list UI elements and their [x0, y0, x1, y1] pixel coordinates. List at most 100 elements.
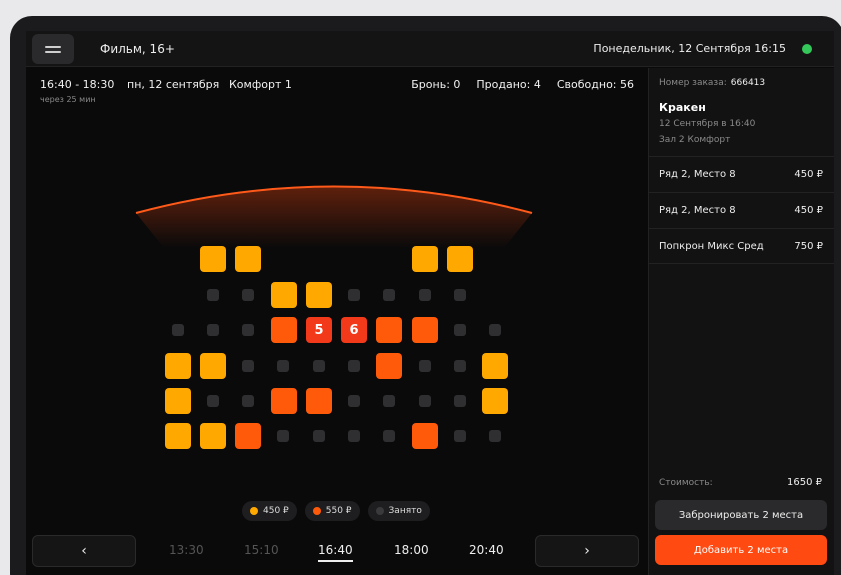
legend-occupied-label: Занято [388, 506, 422, 516]
order-number-value: 666413 [730, 78, 766, 88]
seat-occupied [348, 430, 360, 442]
line-item-price: 450 ₽ [794, 205, 823, 216]
seat-occupied [348, 360, 360, 372]
line-item-name: Ряд 2, Место 8 [659, 169, 736, 180]
seat-occupied [419, 360, 431, 372]
seat-550[interactable] [376, 353, 402, 379]
seat-450[interactable] [165, 423, 191, 449]
total-cost-value: 1650 ₽ [787, 477, 822, 488]
seat-occupied [489, 430, 501, 442]
order-film-hall: Зал 2 Комфорт [659, 135, 731, 145]
total-cost-label: Стоимость: [659, 478, 713, 488]
hamburger-icon-line [45, 46, 61, 48]
order-panel: Номер заказа: 666413 Кракен 12 Сентября в… [648, 68, 834, 575]
hall-panel: 16:40 - 18:30 через 25 мин пн, 12 сентяб… [26, 68, 648, 575]
seat-450[interactable] [200, 246, 226, 272]
seat-450[interactable] [412, 246, 438, 272]
price-450-dot-icon [250, 507, 258, 515]
order-number: Номер заказа: 666413 [659, 78, 765, 88]
seat-450[interactable] [482, 353, 508, 379]
seat-occupied [348, 289, 360, 301]
seat-550[interactable] [235, 423, 261, 449]
seat-450[interactable] [482, 388, 508, 414]
seat-occupied [383, 289, 395, 301]
seat-450[interactable] [306, 282, 332, 308]
online-status-icon [802, 44, 812, 54]
seat-occupied [207, 324, 219, 336]
seat-550[interactable] [376, 317, 402, 343]
order-line-item[interactable]: Попкрон Микс Сред 750 ₽ [649, 228, 834, 264]
seat-450[interactable] [235, 246, 261, 272]
seat-550[interactable] [306, 388, 332, 414]
seat-occupied [242, 360, 254, 372]
legend-occupied: Занято [367, 501, 430, 521]
book-seats-button[interactable]: Забронировать 2 места [655, 500, 827, 530]
seat-550[interactable] [271, 317, 297, 343]
legend-450: 450 ₽ [242, 501, 297, 521]
time-slot[interactable]: 18:00 [394, 543, 429, 557]
seat-map: 5 6 [26, 68, 648, 575]
seat-450[interactable] [200, 353, 226, 379]
seat-450[interactable] [165, 388, 191, 414]
time-slot-active[interactable]: 16:40 [318, 543, 353, 562]
seat-550[interactable] [271, 388, 297, 414]
seat-550[interactable] [412, 423, 438, 449]
price-legend: 450 ₽ 550 ₽ Занято [242, 501, 430, 521]
legend-550: 550 ₽ [304, 501, 360, 521]
seat-450[interactable] [271, 282, 297, 308]
chevron-right-icon: › [584, 543, 590, 559]
order-film-title: Кракен [659, 101, 706, 114]
seat-selected[interactable]: 6 [341, 317, 367, 343]
app-screen: Фильм, 16+ Понедельник, 12 Сентября 16:1… [26, 31, 834, 575]
line-item-name: Ряд 2, Место 8 [659, 205, 736, 216]
seat-450[interactable] [200, 423, 226, 449]
current-datetime: Понедельник, 12 Сентября 16:15 [593, 42, 786, 55]
order-line-item[interactable]: Ряд 2, Место 8 450 ₽ [649, 192, 834, 228]
seat-450[interactable] [165, 353, 191, 379]
seat-occupied [242, 395, 254, 407]
time-slot[interactable]: 15:10 [244, 543, 279, 557]
seat-occupied [242, 289, 254, 301]
seat-occupied [454, 324, 466, 336]
seat-occupied [419, 289, 431, 301]
order-film-date: 12 Сентября в 16:40 [659, 119, 756, 129]
line-item-name: Попкрон Микс Сред [659, 241, 764, 252]
seat-occupied [454, 395, 466, 407]
seat-450[interactable] [447, 246, 473, 272]
prev-sessions-button[interactable]: ‹ [32, 535, 136, 567]
seat-occupied [242, 324, 254, 336]
seat-occupied [383, 395, 395, 407]
seat-occupied [277, 430, 289, 442]
time-slot[interactable]: 20:40 [469, 543, 504, 557]
seat-occupied [207, 395, 219, 407]
movie-title: Фильм, 16+ [100, 42, 175, 56]
order-number-label: Номер заказа: [659, 78, 727, 88]
seat-occupied [454, 289, 466, 301]
seat-occupied [383, 430, 395, 442]
seat-occupied [419, 395, 431, 407]
legend-450-label: 450 ₽ [263, 506, 289, 516]
seat-occupied [172, 324, 184, 336]
add-seats-button[interactable]: Добавить 2 места [655, 535, 827, 565]
chevron-left-icon: ‹ [81, 543, 87, 559]
line-item-price: 450 ₽ [794, 169, 823, 180]
occupied-dot-icon [375, 507, 384, 515]
seat-occupied [489, 324, 501, 336]
seat-occupied [313, 430, 325, 442]
legend-550-label: 550 ₽ [325, 506, 352, 516]
top-bar: Фильм, 16+ Понедельник, 12 Сентября 16:1… [26, 31, 834, 67]
line-item-price: 750 ₽ [794, 241, 823, 252]
seat-occupied [277, 360, 289, 372]
seat-occupied [313, 360, 325, 372]
seat-occupied [454, 430, 466, 442]
next-sessions-button[interactable]: › [535, 535, 639, 567]
time-slot[interactable]: 13:30 [169, 543, 204, 557]
order-line-item[interactable]: Ряд 2, Место 8 450 ₽ [649, 156, 834, 192]
seat-occupied [348, 395, 360, 407]
seat-selected[interactable]: 5 [306, 317, 332, 343]
menu-button[interactable] [32, 34, 74, 64]
seat-550[interactable] [412, 317, 438, 343]
hamburger-icon-line [45, 51, 61, 53]
session-time-selector: ‹ 13:30 15:10 16:40 18:00 20:40 › [26, 532, 648, 575]
price-550-dot-icon [312, 507, 321, 515]
